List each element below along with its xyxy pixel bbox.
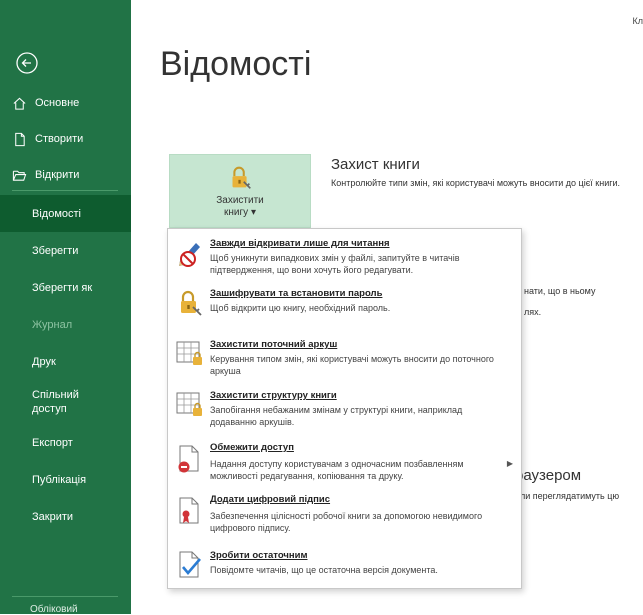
menu-item-digital-signature[interactable]: Додати цифровий підпис Забезпечення цілі… xyxy=(168,491,521,541)
section-description: Контролюйте типи змін, які користувачі м… xyxy=(331,177,641,189)
nav-close[interactable]: Закрити xyxy=(0,498,131,535)
menu-item-title: Зробити остаточним xyxy=(210,550,308,561)
menu-item-title: Захистити структуру книги xyxy=(210,390,337,401)
nav-info[interactable]: Відомості xyxy=(0,195,131,232)
new-document-icon xyxy=(12,132,27,147)
nav-print[interactable]: Друк xyxy=(0,343,131,380)
menu-item-desc: Повідомте читачів, що це остаточна версі… xyxy=(210,564,510,576)
menu-item-title: Обмежити доступ xyxy=(210,442,294,453)
nav-open[interactable]: Відкрити xyxy=(0,157,131,193)
sheet-lock-icon xyxy=(174,338,206,370)
menu-item-desc: Щоб уникнути випадкових змін у файлі, за… xyxy=(210,252,510,276)
nav-save-label: Зберегти xyxy=(32,244,78,258)
nav-history-label: Журнал xyxy=(32,318,72,332)
folder-open-icon xyxy=(12,168,27,183)
nav-publish-label: Публікація xyxy=(32,473,86,487)
nav-home[interactable]: Основне xyxy=(0,85,131,121)
workbook-structure-lock-icon xyxy=(174,389,206,421)
nav-save-as-label: Зберегти як xyxy=(32,281,92,295)
menu-item-desc: Надання доступу користувачам з одночасни… xyxy=(210,458,510,482)
nav-share[interactable]: Спільний доступ xyxy=(0,380,131,424)
nav-history: Журнал xyxy=(0,306,131,343)
submenu-arrow-icon: ▶ xyxy=(507,459,513,468)
sidebar-bottom-divider xyxy=(12,596,118,597)
pencil-no-icon xyxy=(174,237,206,269)
protect-workbook-menu: Завжди відкривати лише для читання Щоб у… xyxy=(167,228,522,589)
document-checkmark-icon xyxy=(174,549,206,581)
section-title: Захист книги xyxy=(331,156,420,173)
background-section-title: раузером xyxy=(515,467,581,484)
menu-item-title: Завжди відкривати лише для читання xyxy=(210,238,390,249)
nav-home-label: Основне xyxy=(35,97,79,109)
sidebar-divider xyxy=(12,190,118,191)
menu-item-protect-sheet[interactable]: Захистити поточний аркуш Керування типом… xyxy=(168,336,521,380)
back-arrow-icon xyxy=(14,50,40,76)
menu-item-desc: Забезпечення цілісності робочої книги за… xyxy=(210,510,510,534)
menu-item-title: Зашифрувати та встановити пароль xyxy=(210,288,382,299)
nav-export-label: Експорт xyxy=(32,436,73,450)
protect-button-line2: книгу ▾ xyxy=(224,207,256,219)
document-restrict-icon xyxy=(174,443,206,475)
menu-item-desc: Керування типом змін, які користувачі мо… xyxy=(210,353,510,377)
backstage-sidebar: Основне Створити Відкрити Відомості Збер… xyxy=(0,0,131,614)
nav-info-label: Відомості xyxy=(32,207,81,221)
background-text: нати, що в ньому xyxy=(524,286,595,296)
back-button[interactable] xyxy=(14,50,40,76)
background-text: лях. xyxy=(524,307,541,317)
page-title: Відомості xyxy=(160,45,311,84)
menu-item-title: Додати цифровий підпис xyxy=(210,494,330,505)
account-name-stub: Кл xyxy=(633,16,643,26)
nav-new[interactable]: Створити xyxy=(0,121,131,157)
document-signature-icon xyxy=(174,495,206,527)
menu-item-desc: Щоб відкрити цю книгу, необхідний пароль… xyxy=(210,302,510,314)
lock-key-icon xyxy=(225,163,255,193)
lock-key-icon xyxy=(174,287,206,319)
menu-item-encrypt[interactable]: Зашифрувати та встановити пароль Щоб від… xyxy=(168,285,521,321)
nav-publish[interactable]: Публікація xyxy=(0,461,131,498)
nav-account[interactable]: Обліковий xyxy=(30,604,78,615)
nav-save-as[interactable]: Зберегти як xyxy=(0,269,131,306)
protect-button-line1: Захистити xyxy=(216,195,264,207)
menu-item-desc: Запобігання небажаним змінам у структурі… xyxy=(210,404,510,428)
nav-open-label: Відкрити xyxy=(35,169,79,181)
menu-item-title: Захистити поточний аркуш xyxy=(210,339,337,350)
nav-share-label: Спільний доступ xyxy=(32,388,102,416)
nav-export[interactable]: Експорт xyxy=(0,424,131,461)
nav-save[interactable]: Зберегти xyxy=(0,232,131,269)
nav-close-label: Закрити xyxy=(32,510,73,524)
menu-item-restrict-access[interactable]: Обмежити доступ Надання доступу користув… xyxy=(168,439,521,489)
menu-item-read-only[interactable]: Завжди відкривати лише для читання Щоб у… xyxy=(168,235,521,279)
menu-item-protect-structure[interactable]: Захистити структуру книги Запобігання не… xyxy=(168,387,521,431)
nav-print-label: Друк xyxy=(32,355,56,369)
background-text: али переглядатимуть цю xyxy=(515,491,619,501)
home-icon xyxy=(12,96,27,111)
nav-new-label: Створити xyxy=(35,133,83,145)
menu-item-mark-final[interactable]: Зробити остаточним Повідомте читачів, що… xyxy=(168,547,521,585)
protect-workbook-button[interactable]: Захистити книгу ▾ xyxy=(169,154,311,228)
